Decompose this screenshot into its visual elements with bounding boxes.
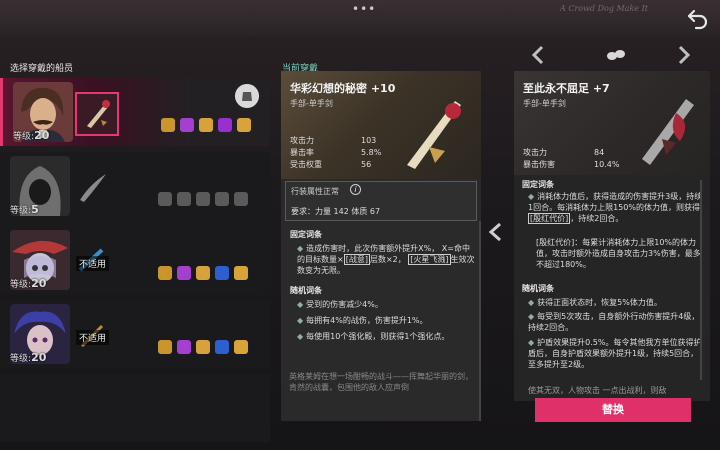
weapon-type: 手部-单手剑: [523, 99, 566, 108]
crew-row[interactable]: 等级:5: [0, 152, 270, 220]
armor-icon: [177, 340, 191, 354]
boots-icon: [158, 340, 172, 354]
stat-values: 103 5.8% 56: [361, 136, 382, 169]
stat-labels: 攻击力 暴击伤害: [523, 148, 555, 169]
random-item: ◆ 获得正面状态时，恢复5%体力值。: [528, 298, 662, 307]
crew-level: 等级:5: [10, 203, 39, 216]
scythe-icon: [80, 174, 106, 202]
wing-icon: [196, 266, 210, 280]
top-bar: ••• A Crowd Dog Make It: [0, 0, 720, 36]
back-arrow-icon[interactable]: [686, 8, 710, 30]
crew-row[interactable]: 等级:20 不适用: [0, 226, 270, 294]
gear-icons: [158, 340, 258, 354]
not-applicable-label: 不适用: [76, 330, 110, 345]
stat-labels: 攻击力 暴击率 受击权重: [290, 136, 322, 169]
gear-icons: [161, 118, 261, 132]
current-weapon-card: 华彩幻想的秘密 +10 手部-单手剑 攻击力 暴击率 受击权重 103 5.8%…: [281, 71, 481, 421]
fixed-text-2: [殷红代价]：每累计消耗体力上限10%的体力值，攻击时额外造成自身攻击力3%伤害…: [536, 238, 701, 269]
crew-list[interactable]: 等级:20 等级:5 等级:20 不适用 等级:20 不适用: [0, 78, 270, 450]
prev-arrow-icon: [531, 45, 544, 65]
req-line: 要求：力量 142 体质 67: [291, 207, 381, 216]
lore-text: 英格莱姆在想一场酣畅的战斗——挥舞起华丽的剑，肯然的战囊，包围他的敌人应声倒: [289, 372, 473, 392]
scrollbar[interactable]: [479, 221, 481, 421]
fixed-text: ◆ 造成伤害时，此次伤害额外提升X%， X=命中的目标数量× [战意] 层数×2， […: [297, 244, 475, 275]
fixed-title: 固定词条: [522, 180, 554, 189]
crew-level: 等级:20: [10, 277, 47, 290]
armor-icon: [177, 192, 191, 206]
weapon-art-icon: [642, 99, 694, 165]
ribbon-icon: [215, 340, 229, 354]
fixed-text: ◆ 消耗体力值后，获得造成的伤害提升3级，持续1回合。每消耗体力上限150%的体力…: [528, 192, 703, 224]
wing-icon: [196, 340, 210, 354]
ribbon-icon: [215, 266, 229, 280]
new-weapon-card: 至此永不屈足 +7 手部-单手剑 攻击力 暴击伤害 84 10.4% 固定词条 …: [514, 71, 710, 401]
boots-icon: [161, 118, 175, 132]
ring-icon: [234, 340, 248, 354]
crew-row-selected[interactable]: 等级:20: [0, 78, 270, 146]
crew-level: 等级:20: [13, 129, 50, 142]
random-item: ◆ 每使用10个强化殿，则获得1个强化点。: [297, 332, 450, 341]
handwritten-note: A Crowd Dog Make It: [560, 4, 648, 13]
ribbon-icon: [218, 118, 232, 132]
crew-level: 等级:20: [10, 351, 47, 364]
wing-icon: [196, 192, 210, 206]
ring-icon: [234, 192, 248, 206]
scrollbar[interactable]: [700, 180, 702, 380]
fixed-title: 固定词条: [290, 230, 322, 239]
random-title: 随机词条: [522, 284, 554, 293]
ribbon-icon: [215, 192, 229, 206]
not-applicable-label: 不适用: [76, 256, 110, 271]
ring-icon: [237, 118, 251, 132]
ring-icon: [234, 266, 248, 280]
swap-button[interactable]: 替换: [535, 398, 691, 422]
random-item: ◆ 受到的伤害减少4%。: [297, 300, 383, 309]
random-item: ◆ 每受到5次攻击，自身额外行动伤害提升4级，持续2回合。: [528, 312, 700, 332]
weapon-name: 至此永不屈足 +7: [523, 82, 610, 95]
weapon-art-icon: [407, 101, 461, 169]
boots-icon: [158, 192, 172, 206]
armor-icon: [177, 266, 191, 280]
weapon-name: 华彩幻想的秘密 +10: [290, 82, 396, 95]
current-weapon-header: 华彩幻想的秘密 +10 手部-单手剑 攻击力 暴击率 受击权重 103 5.8%…: [281, 71, 481, 179]
new-weapon-header: 至此永不屈足 +7 手部-单手剑 攻击力 暴击伤害 84 10.4%: [514, 71, 710, 175]
random-item: ◆ 护盾效果提升0.5%。每令其他我方单位获得护盾后，自身护盾效果额外提升1级，持…: [528, 338, 702, 369]
armor-icon: [180, 118, 194, 132]
next-arrow-icon: [678, 45, 691, 65]
boots-icon: [158, 266, 172, 280]
wing-icon: [199, 118, 213, 132]
requirement-box: 行装属性正常 i 要求：力量 142 体质 67: [285, 181, 477, 221]
weapon-nav: [531, 45, 691, 65]
gear-icons: [158, 192, 258, 206]
cut-text: 使其无双，人物攻击 一点出战利，则敌: [528, 386, 667, 395]
random-title: 随机词条: [290, 286, 322, 295]
weapon-slot-selected[interactable]: [75, 92, 119, 136]
crew-row[interactable]: 等级:20 不适用: [0, 300, 270, 368]
stat-values: 84 10.4%: [594, 148, 620, 169]
menu-dots-icon[interactable]: •••: [352, 2, 376, 16]
weapon-type: 手部-单手剑: [290, 99, 333, 108]
gear-icons: [158, 266, 258, 280]
crew-row[interactable]: [0, 374, 270, 442]
crew-section-title: 选择穿戴的船员: [10, 64, 74, 74]
req-title: 行装属性正常: [291, 187, 339, 196]
weapon-slot[interactable]: [72, 166, 116, 210]
dust-bag-icon[interactable]: [235, 84, 259, 108]
chevron-left-icon[interactable]: [488, 222, 502, 242]
random-item: ◆ 每拥有4%的战伤，伤害提升1%。: [297, 316, 428, 325]
info-icon[interactable]: i: [350, 184, 361, 195]
dagger-icon: [87, 100, 110, 128]
